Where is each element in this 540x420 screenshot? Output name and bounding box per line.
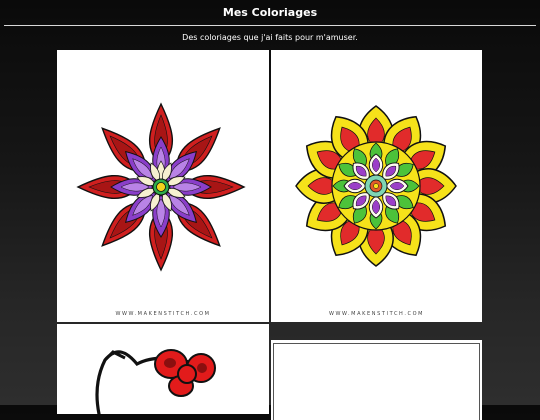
image-credit: WWW.MAKENSTITCH.COM (328, 311, 425, 317)
page-frame (273, 343, 480, 420)
bow-icon (154, 349, 216, 397)
gallery-item-kitty[interactable] (57, 324, 269, 414)
page-subtitle: Des coloriages que j'ai faits pour m'amu… (182, 33, 358, 42)
yellow-mandala-image (295, 105, 457, 267)
title-divider (4, 25, 536, 26)
gallery-item-blank[interactable] (271, 340, 482, 420)
gallery-item-yellow-mandala[interactable]: WWW.MAKENSTITCH.COM (271, 50, 482, 322)
page-title: Mes Coloriages (222, 6, 318, 19)
red-mandala-image (77, 102, 245, 271)
kitty-image (95, 349, 216, 414)
image-credit: WWW.MAKENSTITCH.COM (115, 311, 211, 317)
gallery-item-red-mandala[interactable]: WWW.MAKENSTITCH.COM (57, 50, 269, 322)
